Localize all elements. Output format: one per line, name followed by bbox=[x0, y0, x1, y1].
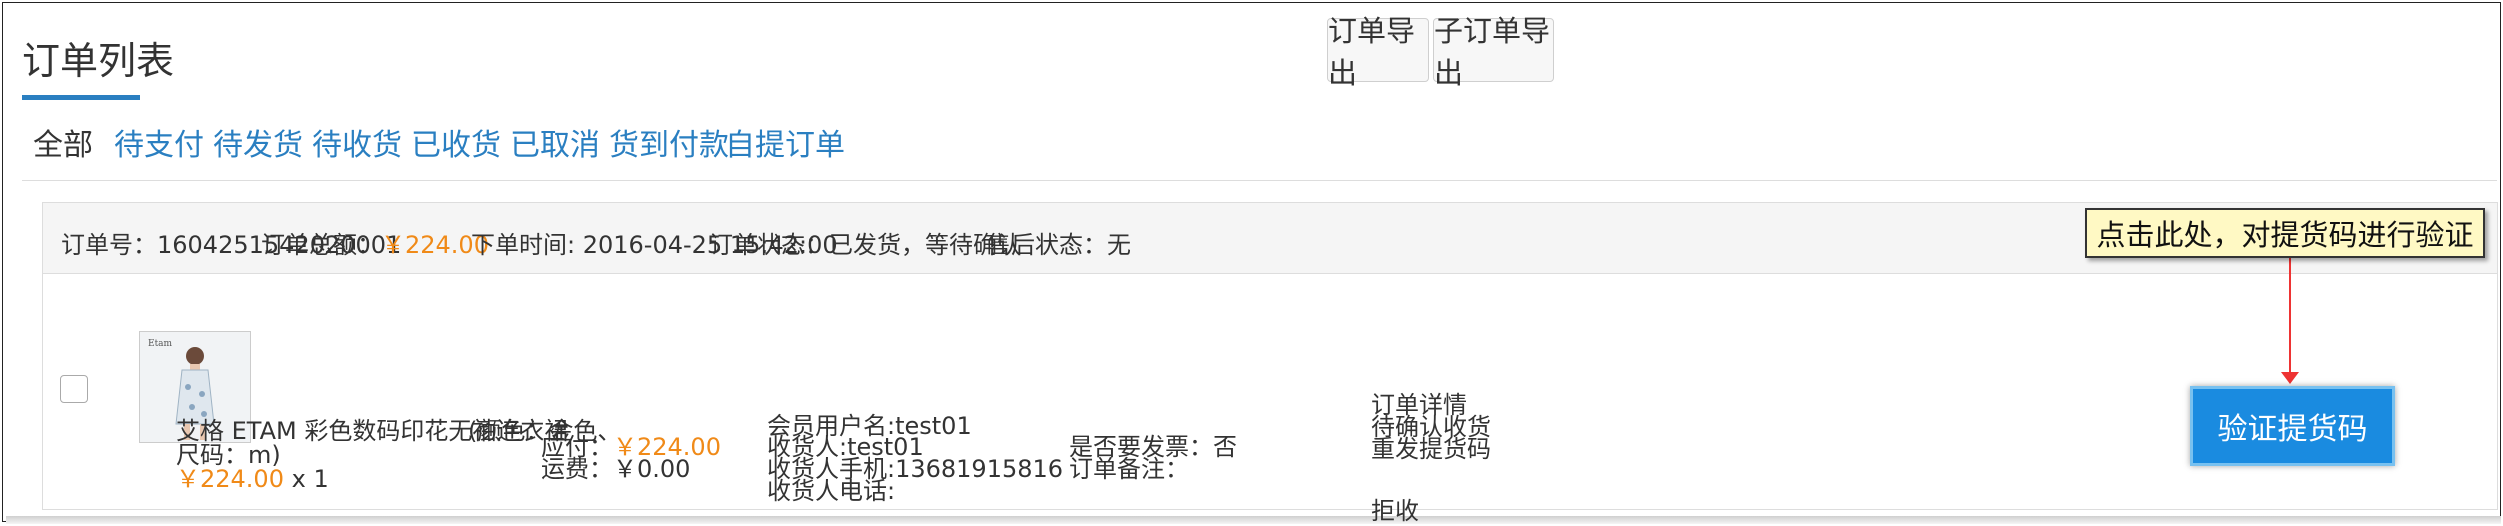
tab-cancelled[interactable]: 已取消 bbox=[510, 120, 600, 164]
tab-received[interactable]: 已收货 bbox=[411, 120, 501, 164]
order-status: 订单状态：已发货，等待确认 bbox=[709, 231, 1021, 259]
order-remark: 订单备注： bbox=[1069, 455, 1189, 483]
tab-pending-payment[interactable]: 待支付 bbox=[114, 120, 204, 164]
reject-link[interactable]: 拒收 bbox=[1371, 491, 1419, 526]
active-tab-indicator bbox=[22, 95, 140, 100]
tooltip-arrow-head bbox=[2281, 372, 2299, 384]
export-suborders-button[interactable]: 子订单导出 bbox=[1433, 14, 1554, 90]
shipping-fee: 运费：￥0.00 bbox=[541, 455, 691, 483]
product-price-qty: ￥224.00 x 1 bbox=[176, 465, 329, 493]
resend-code-link[interactable]: 重发提货码 bbox=[1371, 429, 1491, 464]
order-tabs: 全部 待支付 待发货 待收货 已收货 已取消 货到付款 自提订单 bbox=[22, 98, 2497, 181]
tab-pending-shipment[interactable]: 待发货 bbox=[213, 120, 303, 164]
verify-pickup-code-button[interactable]: 验证提货码 bbox=[2190, 386, 2395, 466]
page-title: 订单列表 bbox=[22, 39, 175, 83]
order-total: 订单总额：￥224.00 bbox=[261, 231, 489, 259]
tooltip-arrow bbox=[2289, 258, 2291, 378]
tab-pending-receipt[interactable]: 待收货 bbox=[312, 120, 402, 164]
order-checkbox[interactable] bbox=[60, 375, 88, 403]
export-orders-button[interactable]: 订单导出 bbox=[1327, 14, 1429, 90]
svg-text:Etam: Etam bbox=[148, 339, 173, 349]
tab-cash-on-delivery[interactable]: 货到付款 bbox=[609, 120, 729, 164]
aftersale-status: 售后状态：无 bbox=[987, 231, 1131, 259]
tab-self-pickup[interactable]: 自提订单 bbox=[725, 120, 845, 164]
tab-all[interactable]: 全部 bbox=[33, 120, 93, 164]
verify-hint-tooltip: 点击此处，对提货码进行验证 bbox=[2085, 208, 2485, 258]
frame-shadow bbox=[6, 516, 2501, 524]
receiver-phone: 收货人电话: bbox=[767, 477, 896, 505]
